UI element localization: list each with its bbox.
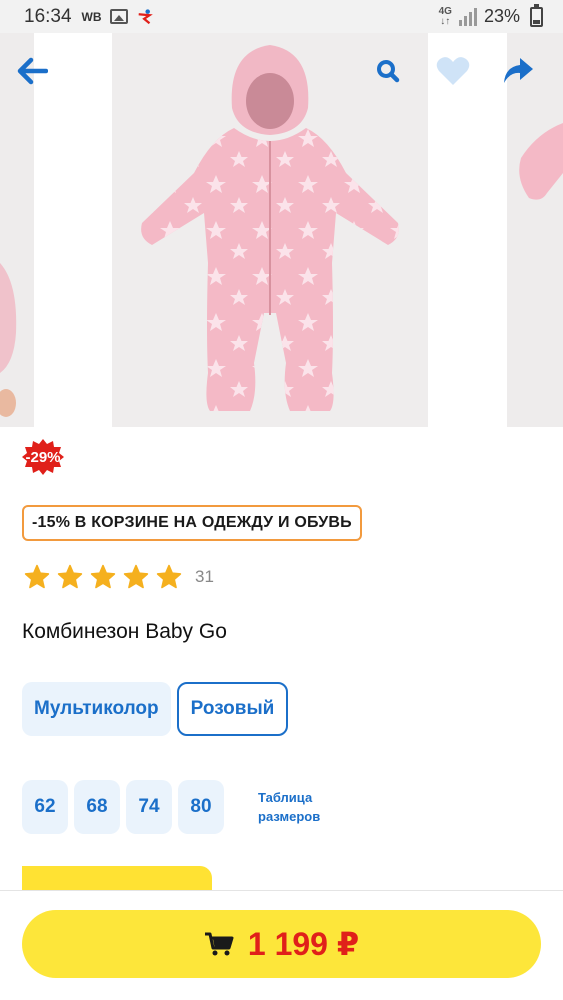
product-image: [141, 45, 399, 411]
discount-value: -29%: [25, 448, 61, 466]
color-option-multicolor[interactable]: Мультиколор: [22, 682, 171, 736]
gallery-prev-slide[interactable]: [0, 33, 34, 427]
favorite-button[interactable]: [433, 51, 473, 91]
gallery-notification-icon: [109, 9, 128, 24]
size-option-74[interactable]: 74: [126, 780, 172, 834]
discount-badge: -29%: [22, 438, 64, 476]
search-icon: [377, 60, 400, 83]
size-option-62[interactable]: 62: [22, 780, 68, 834]
color-option-pink[interactable]: Розовый: [176, 682, 289, 736]
back-button[interactable]: [12, 51, 52, 91]
signal-icon: [458, 7, 477, 26]
size-options: 62 68 74 80 Таблица размеров: [22, 780, 338, 834]
heart-icon: [436, 57, 470, 85]
add-to-cart-button[interactable]: 1 199 ₽: [22, 910, 541, 978]
share-button[interactable]: [498, 51, 538, 91]
next-slide-image: [519, 123, 563, 200]
size-option-68[interactable]: 68: [74, 780, 120, 834]
star-icon: [57, 564, 83, 589]
product-title: Комбинезон Baby Go: [22, 620, 227, 643]
color-options: Мультиколор Розовый: [22, 682, 289, 736]
search-button[interactable]: [368, 51, 408, 91]
cart-icon: [204, 932, 234, 956]
bottom-bar: 1 199 ₽: [0, 890, 563, 1000]
star-icon: [24, 564, 50, 589]
share-icon: [504, 58, 533, 83]
product-gallery[interactable]: [0, 33, 563, 427]
promo-banner: -15% В КОРЗИНЕ НА ОДЕЖДУ И ОБУВЬ: [22, 505, 362, 541]
gallery-next-slide[interactable]: [507, 33, 563, 427]
app-notification-icon: [138, 8, 153, 24]
reviews-count[interactable]: 31: [195, 567, 214, 587]
battery-percent: 23%: [483, 6, 520, 26]
star-icon: [123, 564, 149, 589]
network-type: 4G: [438, 5, 452, 17]
gallery-main-slide[interactable]: [112, 33, 428, 427]
status-right: 4G ↓↑ 23%: [438, 3, 543, 27]
star-icon: [156, 564, 182, 589]
battery-icon: [530, 3, 543, 27]
rating[interactable]: 31: [24, 564, 214, 590]
size-table-link[interactable]: Таблица размеров: [258, 788, 338, 826]
status-time: 16:34: [24, 5, 72, 27]
cart-price: 1 199 ₽: [247, 926, 360, 962]
prev-slide-image: [0, 263, 17, 417]
star-icon: [90, 564, 116, 589]
status-bar: 16:34 WB 4G ↓↑ 23%: [0, 0, 563, 33]
size-option-80[interactable]: 80: [178, 780, 224, 834]
carrier-label: WB: [81, 9, 102, 24]
network-indicator: 4G ↓↑: [438, 5, 452, 27]
back-arrow-icon: [17, 57, 48, 85]
